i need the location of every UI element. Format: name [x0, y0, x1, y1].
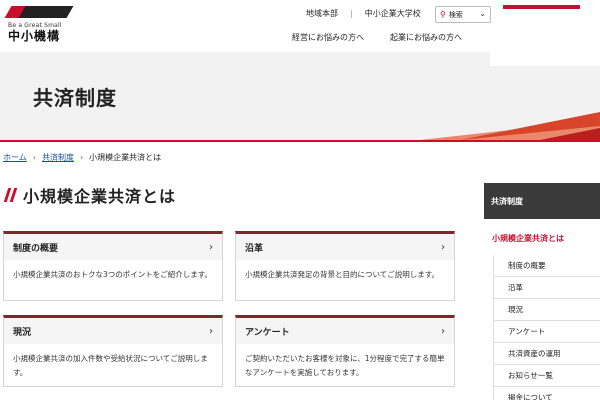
util-link-regional[interactable]: 地域本部: [306, 8, 338, 19]
card-title: 沿革: [245, 243, 264, 254]
sidebar-item-survey[interactable]: アンケート: [494, 321, 600, 343]
sidebar-item-active[interactable]: 小規模企業共済とは: [484, 219, 600, 255]
chevron-right-icon: ›: [209, 325, 213, 337]
card-description: ご契約いただいたお客様を対象に、1分程度で完了する簡単なアンケートを実施しており…: [245, 354, 445, 377]
page-title: 小規模企業共済とは: [23, 187, 177, 206]
sidebar-list: 制度の概要 沿革 現況 アンケート 共済資産の運用 お知らせ一覧 掲金について: [493, 255, 600, 400]
chevron-right-icon: ›: [79, 153, 84, 162]
card-title: 制度の概要: [13, 243, 59, 254]
hero-title: 共済制度: [33, 86, 117, 110]
logo-mark: [4, 6, 74, 20]
breadcrumb-current: 小規模企業共済とは: [89, 153, 162, 162]
utility-nav: 地域本部 | 中小企業大学校: [306, 8, 421, 19]
search-label: 検索: [448, 10, 463, 19]
breadcrumb-home[interactable]: ホーム: [3, 152, 27, 163]
sidebar: 共済制度 小規模企業共済とは 制度の概要 沿革 現況 アンケート 共済資産の運用…: [484, 183, 600, 400]
chevron-right-icon: ›: [441, 325, 445, 337]
hero-banner: 共済制度: [0, 52, 600, 140]
sidebar-item-status[interactable]: 現況: [494, 299, 600, 321]
breadcrumb: ホーム › 共済制度 › 小規模企業共済とは: [3, 152, 161, 163]
sidebar-item-payment[interactable]: 掲金について: [494, 387, 600, 400]
nav-startup-worries[interactable]: 起業にお悩みの方へ: [390, 32, 462, 43]
main-nav: 経営にお悩みの方へ 起業にお悩みの方へ: [292, 32, 488, 43]
chevron-down-icon: ⌄: [479, 9, 486, 18]
util-link-university[interactable]: 中小企業大学校: [365, 8, 421, 19]
card-overview[interactable]: 制度の概要 › 小規模企業共済のおトクな3つのポイントをご紹介します。: [3, 231, 223, 301]
breadcrumb-parent[interactable]: 共済制度: [42, 152, 74, 163]
site-logo[interactable]: Be a Great Small 中小機構: [4, 6, 74, 43]
card-title: 現況: [13, 327, 32, 338]
divider: |: [350, 9, 353, 18]
card-history[interactable]: 沿革 › 小規模企業共済発足の背景と目的についてご説明します。: [235, 231, 455, 301]
site-header: Be a Great Small 中小機構 地域本部 | 中小企業大学校 ⚲ 検…: [0, 0, 600, 52]
page-title-block: 小規模企業共済とは: [3, 183, 176, 207]
card-description: 小規模企業共済の加入件数や受給状況についてご説明します。: [13, 354, 208, 377]
card-description: 小規模企業共済のおトクな3つのポイントをご紹介します。: [13, 270, 213, 279]
nav-business-worries[interactable]: 経営にお悩みの方へ: [292, 32, 364, 43]
sidebar-item-assets[interactable]: 共済資産の運用: [494, 343, 600, 365]
chevron-right-icon: ›: [441, 241, 445, 253]
sidebar-item-news[interactable]: お知らせ一覧: [494, 365, 600, 387]
accent-bar: [503, 5, 580, 9]
card-status[interactable]: 現況 › 小規模企業共済の加入件数や受給状況についてご説明します。: [3, 315, 223, 387]
sidebar-item-overview[interactable]: 制度の概要: [494, 255, 600, 277]
card-survey[interactable]: アンケート › ご契約いただいたお客様を対象に、1分程度で完了する簡単なアンケー…: [235, 315, 455, 387]
chevron-right-icon: ›: [209, 241, 213, 253]
card-description: 小規模企業共済発足の背景と目的についてご説明します。: [245, 270, 440, 279]
logo-text: 中小機構: [8, 29, 61, 43]
logo-tagline: Be a Great Small: [8, 22, 62, 29]
search-button[interactable]: ⚲ 検索 ⌄: [435, 6, 491, 23]
card-title: アンケート: [245, 327, 290, 338]
hero-divider: [0, 140, 600, 142]
chevron-right-icon: ›: [32, 153, 36, 162]
search-icon: ⚲: [440, 10, 446, 19]
title-slash-icon: [3, 187, 19, 203]
sidebar-item-history[interactable]: 沿革: [494, 277, 600, 299]
sidebar-heading[interactable]: 共済制度: [484, 183, 600, 219]
